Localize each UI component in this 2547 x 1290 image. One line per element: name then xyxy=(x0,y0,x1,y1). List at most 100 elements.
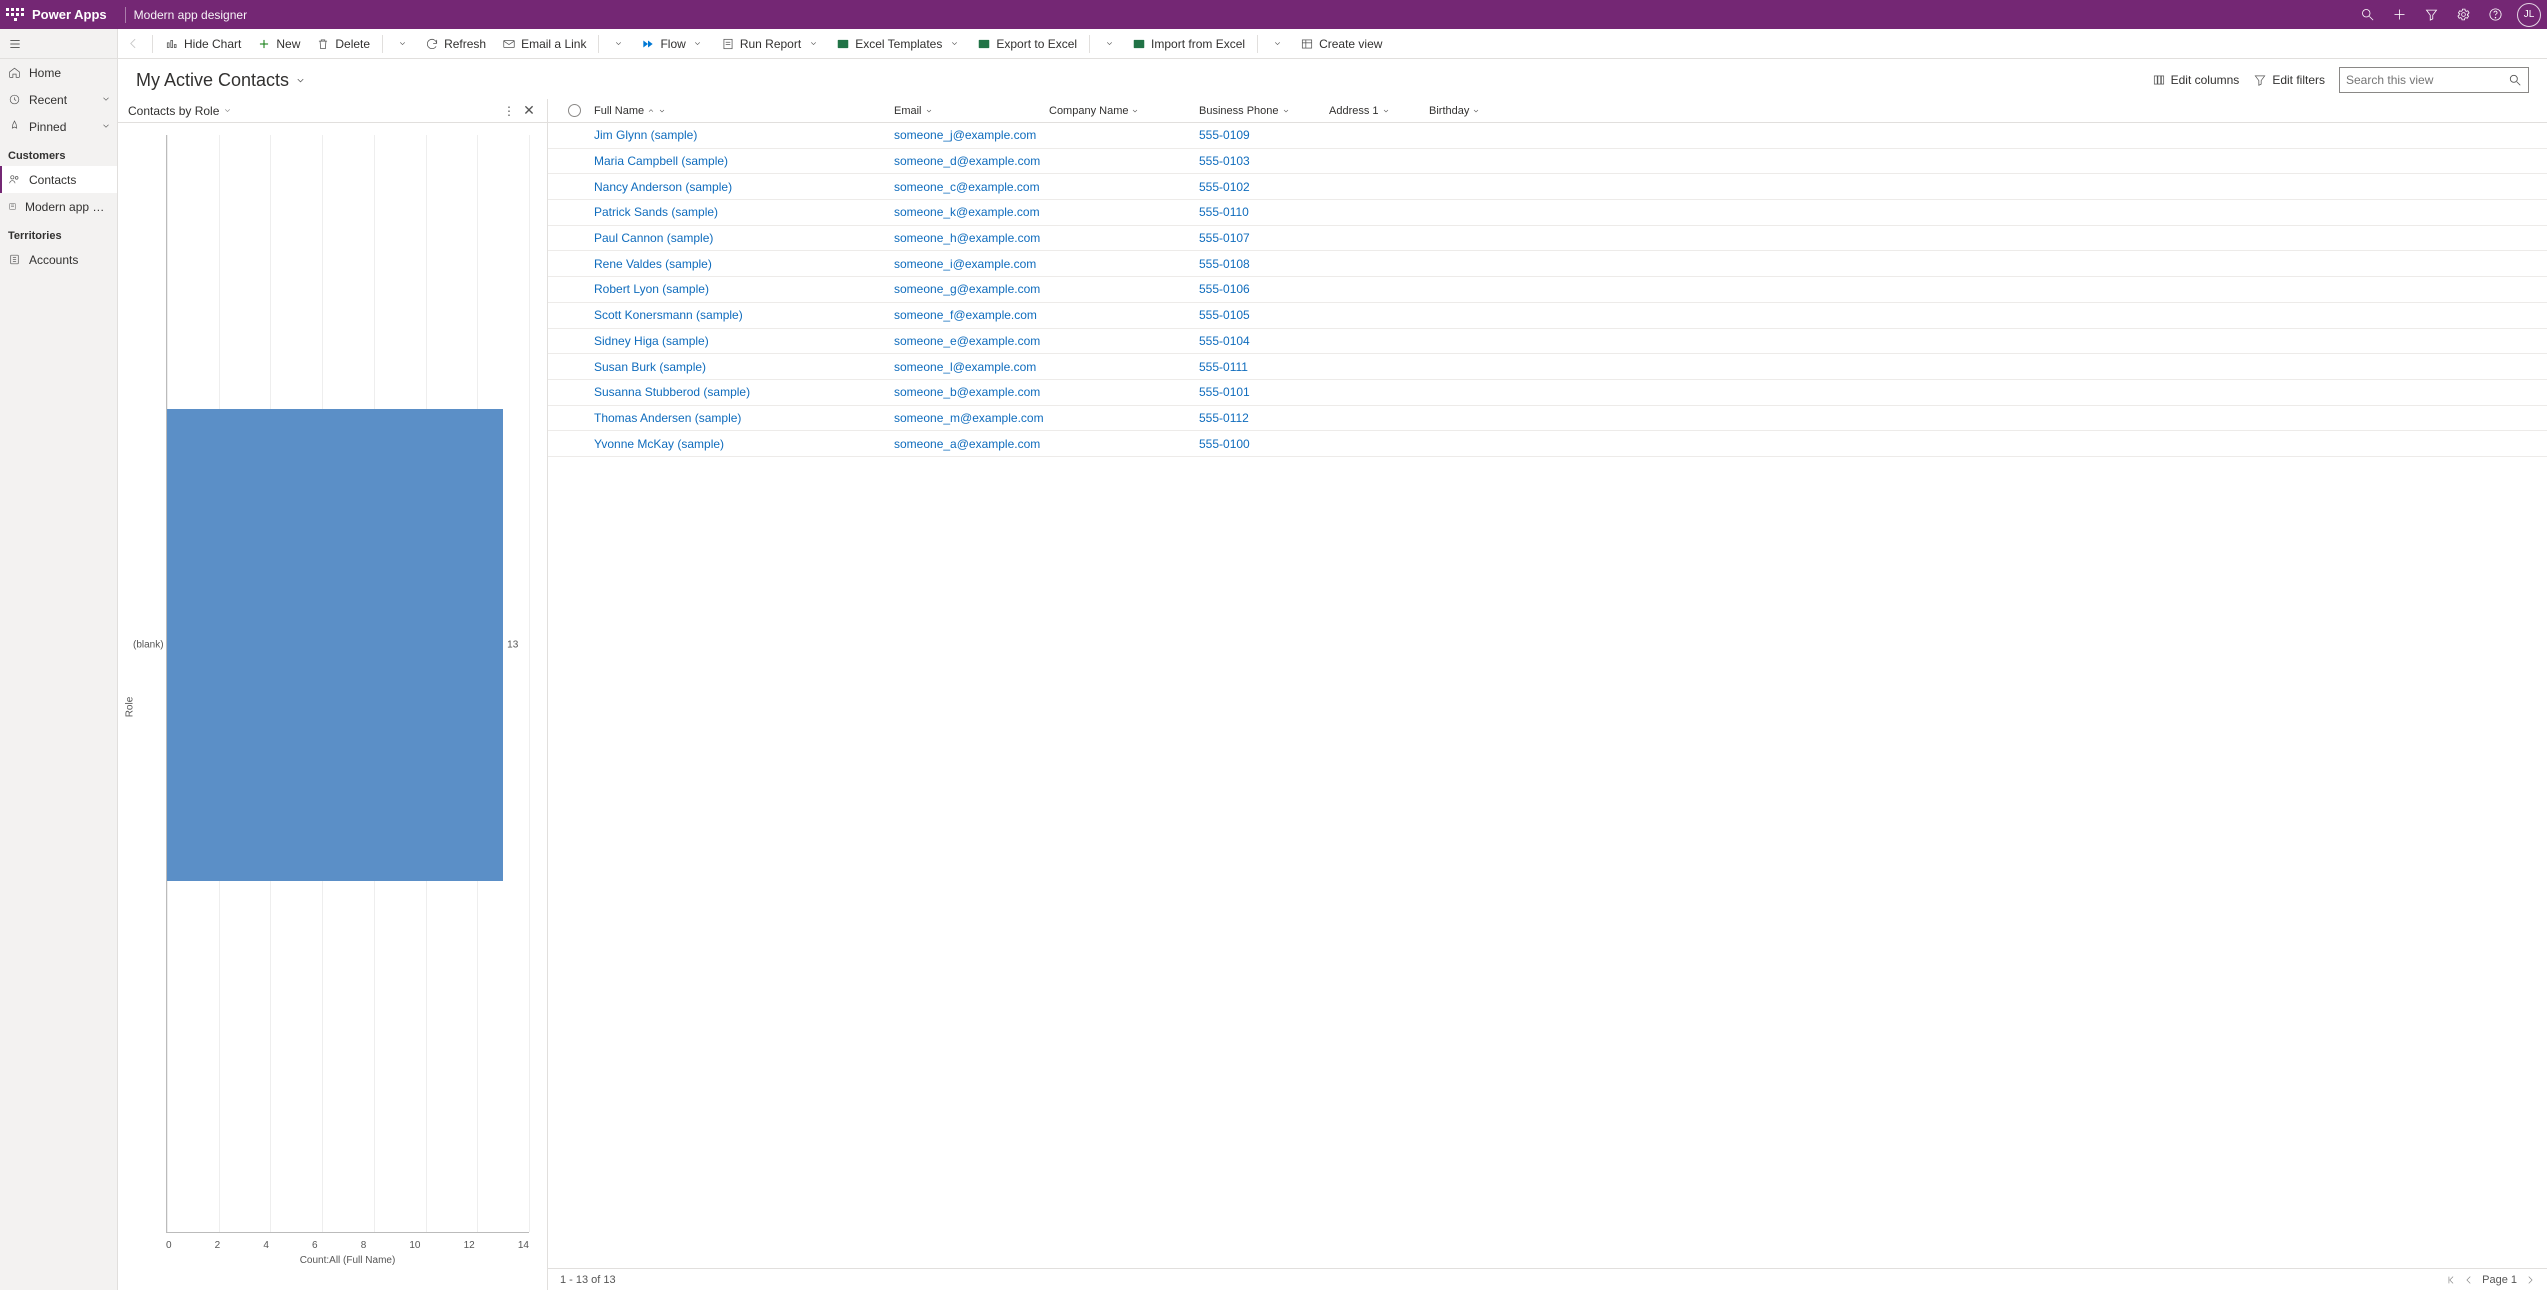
cell-phone[interactable]: 555-0100 xyxy=(1199,437,1250,451)
table-row[interactable]: Sidney Higa (sample) someone_e@example.co… xyxy=(548,329,2547,355)
cell-email[interactable]: someone_f@example.com xyxy=(894,308,1037,322)
column-header-phone[interactable]: Business Phone xyxy=(1199,105,1329,117)
cell-email[interactable]: someone_d@example.com xyxy=(894,154,1040,168)
chart-close-icon[interactable]: ✕ xyxy=(519,102,539,119)
sidebar-item-home[interactable]: Home xyxy=(0,59,117,86)
sidebar-item-modern-app-designer[interactable]: Modern app designe… xyxy=(0,193,117,220)
cell-full-name[interactable]: Maria Campbell (sample) xyxy=(594,154,728,168)
cell-email[interactable]: someone_a@example.com xyxy=(894,437,1040,451)
table-row[interactable]: Paul Cannon (sample) someone_h@example.co… xyxy=(548,226,2547,252)
sidebar-item-contacts[interactable]: Contacts xyxy=(0,166,117,193)
help-icon[interactable] xyxy=(2479,0,2511,29)
next-page-icon[interactable] xyxy=(2525,1275,2535,1285)
edit-filters-button[interactable]: Edit filters xyxy=(2253,73,2325,87)
cell-phone[interactable]: 555-0109 xyxy=(1199,128,1250,142)
suite-brand[interactable]: Power Apps xyxy=(32,7,107,22)
cell-full-name[interactable]: Patrick Sands (sample) xyxy=(594,205,718,219)
filter-icon[interactable] xyxy=(2415,0,2447,29)
table-row[interactable]: Thomas Andersen (sample) someone_m@exampl… xyxy=(548,406,2547,432)
cell-full-name[interactable]: Jim Glynn (sample) xyxy=(594,128,697,142)
chart-plot-area[interactable]: (blank)13 xyxy=(166,135,529,1233)
settings-icon[interactable] xyxy=(2447,0,2479,29)
cell-email[interactable]: someone_b@example.com xyxy=(894,385,1040,399)
cmd-create-view[interactable]: Create view xyxy=(1292,29,1390,58)
chart-more-icon[interactable]: ⋮ xyxy=(499,104,519,118)
search-icon[interactable] xyxy=(2351,0,2383,29)
cell-phone[interactable]: 555-0111 xyxy=(1199,360,1248,374)
table-row[interactable]: Rene Valdes (sample) someone_i@example.co… xyxy=(548,251,2547,277)
cell-email[interactable]: someone_h@example.com xyxy=(894,231,1040,245)
table-row[interactable]: Robert Lyon (sample)someone_g@example.co… xyxy=(548,277,2547,303)
first-page-icon[interactable] xyxy=(2446,1275,2456,1285)
cmd-refresh[interactable]: Refresh xyxy=(417,29,494,58)
cell-phone[interactable]: 555-0104 xyxy=(1199,334,1250,348)
chevron-down-icon[interactable] xyxy=(101,120,111,134)
cmd-import-excel-dropdown[interactable] xyxy=(1262,29,1292,58)
view-selector[interactable]: My Active Contacts xyxy=(136,70,306,91)
column-header-email[interactable]: Email xyxy=(894,105,1049,117)
select-all-checkbox[interactable] xyxy=(554,104,594,117)
cmd-export-excel[interactable]: Export to Excel xyxy=(969,29,1085,58)
edit-columns-button[interactable]: Edit columns xyxy=(2152,73,2240,87)
column-header-address[interactable]: Address 1 xyxy=(1329,105,1429,117)
table-row[interactable]: Scott Konersmann (sample) someone_f@examp… xyxy=(548,303,2547,329)
cell-email[interactable]: someone_k@example.com xyxy=(894,205,1040,219)
cmd-new[interactable]: New xyxy=(249,29,308,58)
sidebar-item-accounts[interactable]: Accounts xyxy=(0,246,117,273)
cell-full-name[interactable]: Sidney Higa (sample) xyxy=(594,334,709,348)
column-header-company[interactable]: Company Name xyxy=(1049,105,1199,117)
cell-phone[interactable]: 555-0101 xyxy=(1199,385,1250,399)
cmd-import-excel[interactable]: Import from Excel xyxy=(1124,29,1253,58)
table-row[interactable]: Susan Burk (sample) someone_l@example.com… xyxy=(548,354,2547,380)
cell-phone[interactable]: 555-0105 xyxy=(1199,308,1250,322)
search-icon[interactable] xyxy=(2508,73,2522,87)
column-header-full-name[interactable]: Full Name xyxy=(594,105,894,117)
table-row[interactable]: Jim Glynn (sample) someone_j@example.com 5… xyxy=(548,123,2547,149)
cmd-excel-templates[interactable]: Excel Templates xyxy=(828,29,969,58)
cell-full-name[interactable]: Rene Valdes (sample) xyxy=(594,257,712,271)
cell-phone[interactable]: 555-0112 xyxy=(1199,411,1249,425)
cmd-run-report[interactable]: Run Report xyxy=(713,29,828,58)
user-avatar[interactable]: JL xyxy=(2517,3,2541,27)
app-launcher-icon[interactable] xyxy=(4,4,26,26)
cmd-hide-chart[interactable]: Hide Chart xyxy=(157,29,249,58)
cell-phone[interactable]: 555-0106 xyxy=(1199,282,1250,296)
cell-full-name[interactable]: Scott Konersmann (sample) xyxy=(594,308,743,322)
cell-email[interactable]: someone_j@example.com xyxy=(894,128,1036,142)
cell-phone[interactable]: 555-0102 xyxy=(1199,180,1250,194)
cell-email[interactable]: someone_e@example.com xyxy=(894,334,1040,348)
cell-full-name[interactable]: Yvonne McKay (sample) xyxy=(594,437,724,451)
app-name[interactable]: Modern app designer xyxy=(134,8,247,22)
cmd-export-excel-dropdown[interactable] xyxy=(1094,29,1124,58)
table-row[interactable]: Susanna Stubberod (sample)someone_b@exam… xyxy=(548,380,2547,406)
prev-page-icon[interactable] xyxy=(2464,1275,2474,1285)
cmd-delete[interactable]: Delete xyxy=(308,29,378,58)
cell-email[interactable]: someone_i@example.com xyxy=(894,257,1036,271)
sidebar-item-pinned[interactable]: Pinned xyxy=(0,113,117,140)
cell-email[interactable]: someone_g@example.com xyxy=(894,282,1040,296)
chart-title-selector[interactable]: Contacts by Role xyxy=(128,104,232,118)
table-row[interactable]: Nancy Anderson (sample)someone_c@example… xyxy=(548,174,2547,200)
sidebar-item-recent[interactable]: Recent xyxy=(0,86,117,113)
cmd-flow[interactable]: Flow xyxy=(633,29,712,58)
sidebar-toggle[interactable] xyxy=(0,29,117,59)
cell-full-name[interactable]: Thomas Andersen (sample) xyxy=(594,411,741,425)
cell-email[interactable]: someone_l@example.com xyxy=(894,360,1036,374)
cell-email[interactable]: someone_c@example.com xyxy=(894,180,1040,194)
table-row[interactable]: Patrick Sands (sample) someone_k@example.… xyxy=(548,200,2547,226)
back-button[interactable] xyxy=(118,37,148,50)
table-row[interactable]: Maria Campbell (sample) someone_d@example… xyxy=(548,149,2547,175)
cmd-email-link[interactable]: Email a Link xyxy=(494,29,594,58)
view-search[interactable] xyxy=(2339,67,2529,93)
cell-phone[interactable]: 555-0103 xyxy=(1199,154,1250,168)
cell-full-name[interactable]: Paul Cannon (sample) xyxy=(594,231,713,245)
table-row[interactable]: Yvonne McKay (sample) someone_a@example.c… xyxy=(548,431,2547,457)
cell-phone[interactable]: 555-0110 xyxy=(1199,205,1249,219)
add-icon[interactable] xyxy=(2383,0,2415,29)
search-input[interactable] xyxy=(2346,73,2508,87)
cmd-delete-dropdown[interactable] xyxy=(387,29,417,58)
cell-phone[interactable]: 555-0108 xyxy=(1199,257,1250,271)
cell-email[interactable]: someone_m@example.com xyxy=(894,411,1044,425)
cmd-email-link-dropdown[interactable] xyxy=(603,29,633,58)
cell-full-name[interactable]: Susan Burk (sample) xyxy=(594,360,706,374)
